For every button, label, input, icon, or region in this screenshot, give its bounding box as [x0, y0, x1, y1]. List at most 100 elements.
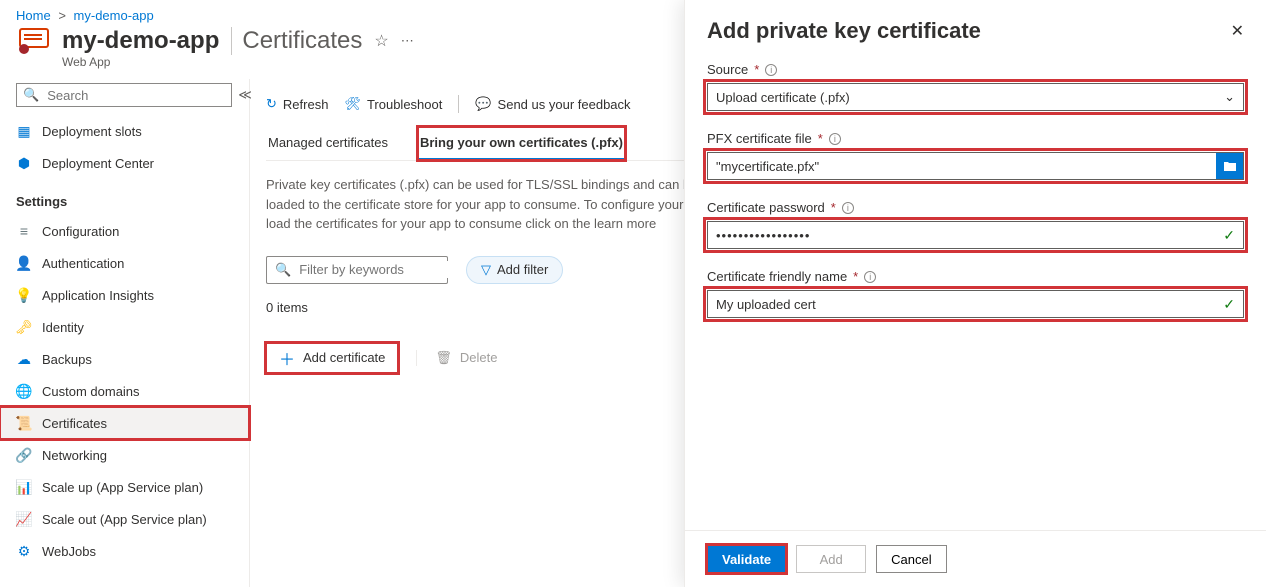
filter-input[interactable]: [297, 261, 477, 278]
sidebar-item-label: Deployment Center: [42, 156, 154, 171]
more-icon[interactable]: ⋯: [401, 33, 416, 49]
validate-button[interactable]: Validate: [707, 545, 786, 573]
sidebar-item[interactable]: ⬢ Deployment Center: [0, 147, 249, 179]
cancel-button[interactable]: Cancel: [876, 545, 946, 573]
page-title-section: Certificates: [231, 27, 362, 55]
scaleup-icon: 📊: [16, 479, 32, 495]
check-icon: ✓: [1223, 227, 1235, 244]
check-icon: ✓: [1223, 296, 1235, 313]
certificate-icon: [16, 27, 50, 55]
friendly-name-input[interactable]: My uploaded cert ✓: [707, 290, 1244, 318]
sidebar-item[interactable]: 🔗 Networking: [0, 439, 249, 471]
sidebar-search-input[interactable]: [45, 87, 225, 104]
chevron-down-icon: ⌄: [1224, 89, 1235, 105]
search-icon: 🔍: [275, 262, 291, 278]
page-title: my-demo-app Certificates: [62, 27, 362, 55]
close-icon[interactable]: ✕: [1231, 21, 1244, 41]
add-filter-button[interactable]: ▽ Add filter: [466, 256, 563, 284]
delete-label: Delete: [460, 350, 498, 365]
field-pfx-file: PFX certificate file * i "mycertificate.…: [707, 131, 1244, 180]
sidebar-item[interactable]: ▦ Deployment slots: [0, 115, 249, 147]
sidebar-item[interactable]: 📊 Scale up (App Service plan): [0, 471, 249, 503]
sidebar-item-label: Deployment slots: [42, 124, 142, 139]
filter-input-wrap[interactable]: 🔍: [266, 256, 448, 284]
field-password: Certificate password * i •••••••••••••••…: [707, 200, 1244, 249]
troubleshoot-button[interactable]: 🛠 Troubleshoot: [344, 96, 442, 112]
sidebar-item-label: Authentication: [42, 256, 124, 271]
source-select[interactable]: Upload certificate (.pfx) ⌄: [707, 83, 1244, 111]
sidebar-item[interactable]: 📈Scale out (App Service plan): [0, 503, 249, 535]
slots-icon: ▦: [16, 123, 32, 139]
feedback-label: Send us your feedback: [498, 97, 631, 112]
add-certificate-button[interactable]: ＋ Add certificate: [266, 343, 398, 373]
breadcrumb-app[interactable]: my-demo-app: [74, 8, 154, 23]
password-input[interactable]: ••••••••••••••••• ✓: [707, 221, 1244, 249]
password-label: Certificate password: [707, 200, 825, 215]
friendly-value: My uploaded cert: [716, 297, 816, 312]
sidebar-section-settings: Settings: [0, 179, 249, 215]
refresh-icon: ↻: [266, 96, 277, 112]
required-icon: *: [818, 131, 823, 146]
config-icon: ≡: [16, 223, 32, 239]
browse-file-button[interactable]: [1216, 152, 1244, 180]
tab-bring-your-own-certificates[interactable]: Bring your own certificates (.pfx): [418, 127, 625, 160]
breadcrumb-home[interactable]: Home: [16, 8, 51, 23]
troubleshoot-label: Troubleshoot: [367, 97, 442, 112]
sidebar-item-label: Networking: [42, 448, 107, 463]
sidebar-item[interactable]: 🌐 Custom domains: [0, 375, 249, 407]
identity-icon: 🗝: [16, 319, 32, 335]
sidebar-item[interactable]: ⚙WebJobs: [0, 535, 249, 567]
auth-icon: 👤: [16, 255, 32, 271]
sidebar-item[interactable]: ☁ Backups: [0, 343, 249, 375]
sidebar-search[interactable]: 🔍: [16, 83, 232, 107]
refresh-button[interactable]: ↻ Refresh: [266, 96, 328, 112]
field-source: Source * i Upload certificate (.pfx) ⌄: [707, 62, 1244, 111]
required-icon: *: [853, 269, 858, 284]
network-icon: 🔗: [16, 447, 32, 463]
pfx-file-input[interactable]: "mycertificate.pfx": [707, 152, 1216, 180]
search-icon: 🔍: [23, 87, 39, 103]
sidebar-item-label: WebJobs: [42, 544, 96, 559]
info-icon[interactable]: i: [829, 133, 841, 145]
sidebar-item-label: Application Insights: [42, 288, 154, 303]
favorite-star-icon[interactable]: ☆: [374, 31, 388, 51]
panel-title: Add private key certificate: [707, 18, 981, 44]
troubleshoot-icon: 🛠: [344, 96, 361, 112]
source-value: Upload certificate (.pfx): [716, 90, 850, 105]
backups-icon: ☁: [16, 351, 32, 367]
info-icon[interactable]: i: [842, 202, 854, 214]
pfx-label: PFX certificate file: [707, 131, 812, 146]
trash-icon: 🗑: [435, 350, 452, 366]
sidebar-item[interactable]: 💡Application Insights: [0, 279, 249, 311]
add-certificate-panel: Add private key certificate ✕ Source * i…: [684, 0, 1266, 587]
password-value: •••••••••••••••••: [716, 228, 810, 243]
friendly-label: Certificate friendly name: [707, 269, 847, 284]
certificates-description: Private key certificates (.pfx) can be u…: [266, 161, 726, 238]
deploy-icon: ⬢: [16, 155, 32, 171]
source-label: Source: [707, 62, 748, 77]
sidebar-item[interactable]: 👤 Authentication: [0, 247, 249, 279]
sidebar-item[interactable]: ≡Configuration: [0, 215, 249, 247]
info-icon[interactable]: i: [765, 64, 777, 76]
feedback-button[interactable]: 💬 Send us your feedback: [475, 96, 630, 112]
sidebar-item-label: Backups: [42, 352, 92, 367]
pfx-file-value: "mycertificate.pfx": [716, 159, 819, 174]
panel-footer: Validate Add Cancel: [685, 530, 1266, 587]
sidebar-item-label: Scale out (App Service plan): [42, 512, 207, 527]
sidebar-item-certificates[interactable]: 📜Certificates: [0, 407, 249, 439]
sidebar: 🔍 ≪ ▦Deployment slots⬢Deployment Center …: [0, 79, 250, 587]
info-icon[interactable]: i: [864, 271, 876, 283]
sidebar-item-label: Scale up (App Service plan): [42, 480, 203, 495]
sidebar-item-label: Custom domains: [42, 384, 140, 399]
domains-icon: 🌐: [16, 383, 32, 399]
add-filter-label: Add filter: [497, 262, 548, 277]
toolbar-sep: [458, 95, 459, 113]
page-title-app: my-demo-app: [62, 27, 219, 55]
feedback-icon: 💬: [475, 96, 491, 112]
sidebar-item[interactable]: 🗝Identity: [0, 311, 249, 343]
tab-managed-certificates[interactable]: Managed certificates: [266, 127, 390, 160]
delete-button: 🗑 Delete: [416, 350, 497, 366]
field-friendly-name: Certificate friendly name * i My uploade…: [707, 269, 1244, 318]
breadcrumb-sep: >: [58, 8, 66, 23]
required-icon: *: [754, 62, 759, 77]
